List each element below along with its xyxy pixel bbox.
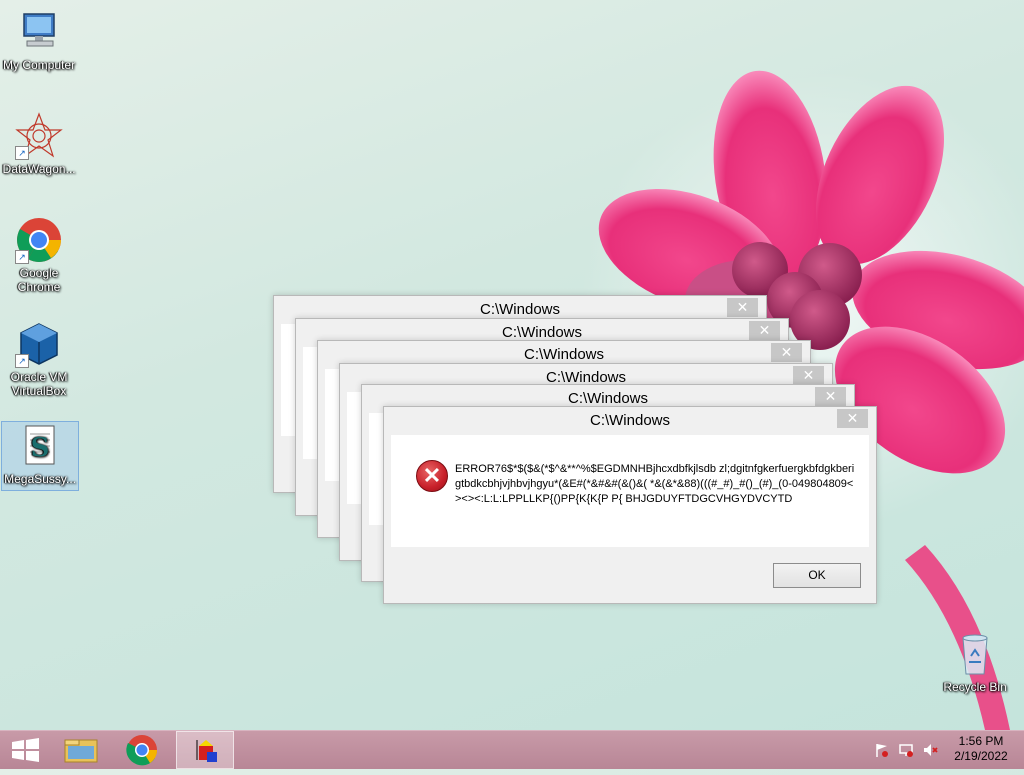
datawagon-icon: ↗ xyxy=(15,112,63,160)
taskbar: 1:56 PM 2/19/2022 xyxy=(0,730,1024,769)
ok-button[interactable]: OK xyxy=(773,563,861,588)
taskbar-megasussy-app[interactable] xyxy=(176,731,234,769)
taskbar-google-chrome[interactable] xyxy=(115,731,169,769)
dialog-content: ✕ ERROR76$*$($&(*$^&**^%$EGDMNHBjhcxdbfk… xyxy=(391,435,869,547)
clock-date: 2/19/2022 xyxy=(954,749,1008,763)
desktop-icon-my-computer[interactable]: My Computer xyxy=(1,8,77,72)
desktop-icon-google-chrome[interactable]: ↗ Google Chrome xyxy=(1,216,77,294)
blocks-app-icon xyxy=(196,740,217,762)
desktop-icon-virtualbox[interactable]: ↗ Oracle VM VirtualBox xyxy=(1,320,77,398)
shortcut-arrow-icon: ↗ xyxy=(15,146,29,160)
script-file-icon: S xyxy=(16,422,64,470)
clock-time: 1:56 PM xyxy=(958,734,1004,748)
close-button[interactable]: ✕ xyxy=(793,366,824,385)
close-button[interactable]: ✕ xyxy=(771,343,802,362)
desktop-icon-recycle-bin[interactable]: Recycle Bin xyxy=(937,630,1013,694)
action-center-flag-icon[interactable] xyxy=(874,742,890,758)
error-message: ERROR76$*$($&(*$^&**^%$EGDMNHBjhcxdbfkjl… xyxy=(455,463,855,505)
shortcut-arrow-icon: ↗ xyxy=(15,354,29,368)
start-button[interactable] xyxy=(0,731,54,769)
chrome-icon xyxy=(126,735,158,766)
close-button[interactable]: ✕ xyxy=(749,321,780,340)
folder-icon xyxy=(64,739,98,763)
system-clock[interactable]: 1:56 PM 2/19/2022 xyxy=(946,734,1016,764)
computer-icon xyxy=(15,8,63,56)
shortcut-arrow-icon: ↗ xyxy=(15,250,29,264)
windows-logo-icon xyxy=(12,738,39,762)
dialog-title: C:\Windows xyxy=(384,407,876,435)
svg-text:S: S xyxy=(31,433,50,463)
close-button[interactable]: ✕ xyxy=(837,409,868,428)
virtualbox-icon: ↗ xyxy=(15,320,63,368)
dialog-footer: OK xyxy=(391,547,869,595)
desktop-icon-label: MegaSussy... xyxy=(4,472,76,486)
desktop-icon-label: Google Chrome xyxy=(17,266,61,294)
desktop-icon-label: DataWagon... xyxy=(2,162,76,176)
taskbar-file-explorer[interactable] xyxy=(54,731,108,769)
desktop-icon-megasussy[interactable]: S MegaSussy... xyxy=(1,421,79,491)
close-button[interactable]: ✕ xyxy=(815,387,846,406)
chrome-icon: ↗ xyxy=(15,216,63,264)
desktop-icon-label: Recycle Bin xyxy=(943,680,1007,694)
error-icon: ✕ xyxy=(416,460,448,492)
network-icon[interactable] xyxy=(898,742,914,758)
desktop-icon-label: Oracle VM VirtualBox xyxy=(10,370,68,398)
close-button[interactable]: ✕ xyxy=(727,298,758,317)
volume-muted-icon[interactable] xyxy=(922,742,938,758)
recycle-bin-icon xyxy=(951,630,999,678)
error-dialog-window-front[interactable]: C:\Windows ✕ ✕ ERROR76$*$($&(*$^&**^%$EG… xyxy=(383,406,877,604)
desktop-icon-label: My Computer xyxy=(2,58,76,72)
desktop-icon-datawagon[interactable]: ↗ DataWagon... xyxy=(1,112,77,176)
